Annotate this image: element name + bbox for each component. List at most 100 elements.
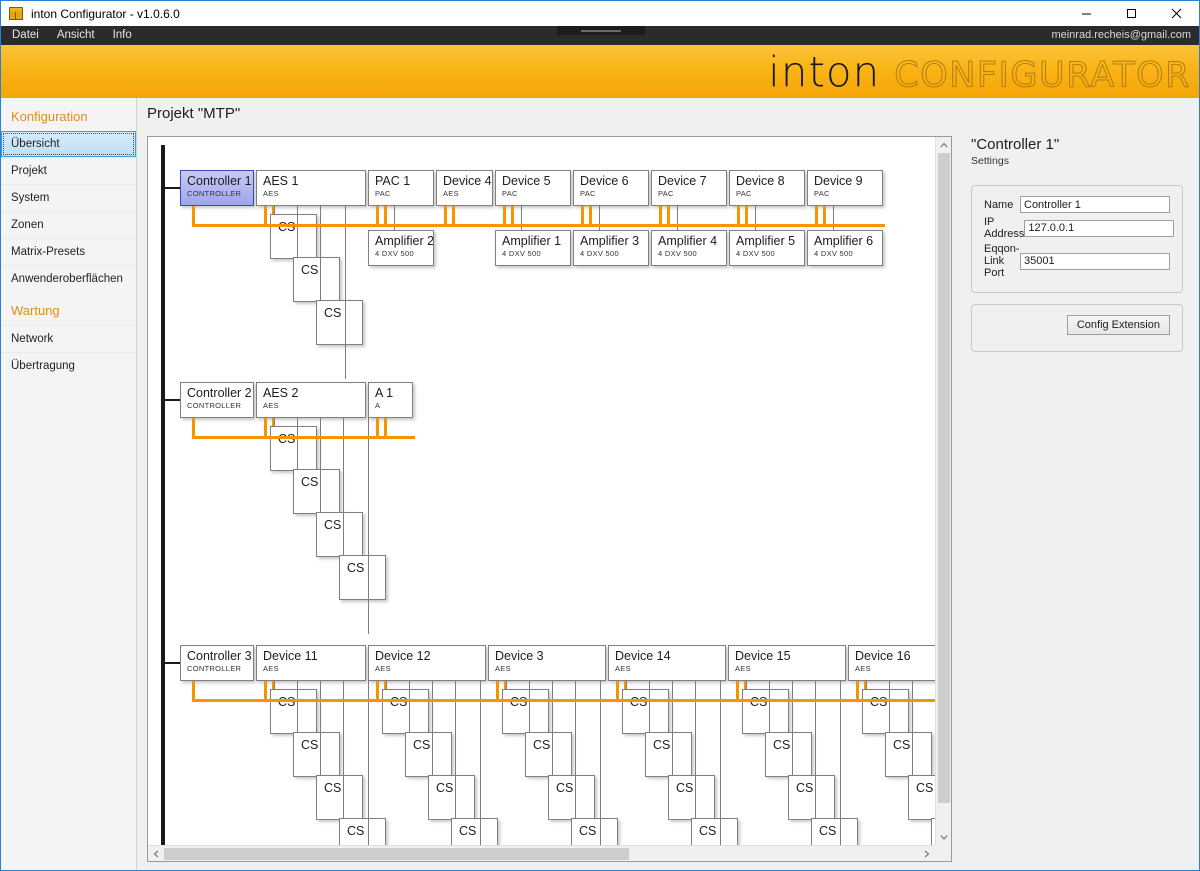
node-cs[interactable]: CS: [885, 732, 932, 777]
node-aes-2[interactable]: AES 2 AES: [256, 382, 366, 418]
node-subtitle: PAC: [736, 189, 752, 198]
node-cs[interactable]: CS: [645, 732, 692, 777]
node-amplifier-1[interactable]: Amplifier 14 DXV 500: [495, 230, 571, 266]
window-drag-handle[interactable]: [557, 26, 645, 35]
node-subtitle: AES: [263, 401, 279, 410]
menu-item-datei[interactable]: Datei: [3, 26, 48, 45]
node-cs[interactable]: CS: [622, 689, 669, 734]
node-controller-3[interactable]: Controller 3 CONTROLLER: [180, 645, 254, 681]
chevron-up-icon[interactable]: [936, 137, 951, 153]
device-trunk: [720, 681, 721, 847]
node-cs[interactable]: CS: [525, 732, 572, 777]
node-cs[interactable]: CS: [571, 818, 618, 847]
name-input[interactable]: [1020, 196, 1170, 213]
node-amplifier-6[interactable]: Amplifier 64 DXV 500: [807, 230, 883, 266]
node-title: CS: [459, 824, 477, 838]
node-cs[interactable]: CS: [382, 689, 429, 734]
node-title: Amplifier 6: [814, 234, 874, 248]
node-device-9[interactable]: Device 9 PAC: [807, 170, 883, 206]
diagram-surface[interactable]: Controller 1 CONTROLLER AES 1 AES CS CS CS PAC …: [148, 137, 951, 847]
node-cs[interactable]: CS: [293, 469, 340, 514]
node-title: A 1: [375, 386, 394, 400]
vertical-scroll-thumb[interactable]: [938, 153, 950, 803]
node-amplifier-3[interactable]: Amplifier 34 DXV 500: [573, 230, 649, 266]
node-cs[interactable]: CS: [742, 689, 789, 734]
node-cs[interactable]: CS: [691, 818, 738, 847]
node-cs[interactable]: CS: [316, 300, 363, 345]
node-amplifier-5[interactable]: Amplifier 54 DXV 500: [729, 230, 805, 266]
node-device-7[interactable]: Device 7 PAC: [651, 170, 727, 206]
node-pac-1[interactable]: PAC 1 PAC: [368, 170, 434, 206]
node-device-11[interactable]: Device 11 AES: [256, 645, 366, 681]
node-subtitle: 4 DXV 500: [658, 249, 697, 258]
cs-connector: [320, 681, 321, 775]
node-cs[interactable]: CS: [451, 818, 498, 847]
node-device-4[interactable]: Device 4 AES: [436, 170, 493, 206]
node-subtitle: PAC: [502, 189, 518, 198]
config-extension-button[interactable]: Config Extension: [1066, 315, 1170, 335]
node-a-1[interactable]: A 1A: [368, 382, 413, 418]
cs-connector: [866, 681, 867, 689]
node-device-6[interactable]: Device 6 PAC: [573, 170, 649, 206]
node-cs[interactable]: CS: [502, 689, 549, 734]
cs-connector: [297, 418, 298, 469]
horizontal-scroll-thumb[interactable]: [164, 848, 629, 860]
node-cs[interactable]: CS: [339, 555, 386, 600]
node-device-5[interactable]: Device 5 PAC: [495, 170, 571, 206]
field-row-ip-address: IP Address: [984, 216, 1175, 240]
node-cs[interactable]: CS: [765, 732, 812, 777]
node-device-14[interactable]: Device 14 AES: [608, 645, 726, 681]
sidebar-item-matrix-presets[interactable]: Matrix-Presets: [1, 238, 136, 265]
node-title: Device 4: [443, 174, 492, 188]
node-device-12[interactable]: Device 12 AES: [368, 645, 486, 681]
node-amplifier-2[interactable]: Amplifier 24 DXV 500: [368, 230, 434, 266]
account-email[interactable]: meinrad.recheis@gmail.com: [1051, 26, 1191, 45]
menu-item-ansicht[interactable]: Ansicht: [48, 26, 104, 45]
node-controller-1[interactable]: Controller 1 CONTROLLER: [180, 170, 254, 206]
link-line: [815, 206, 818, 224]
node-cs[interactable]: CS: [293, 732, 340, 777]
sidebar-item-uebertragung[interactable]: Übertragung: [1, 352, 136, 379]
sidebar-item-zonen[interactable]: Zonen: [1, 211, 136, 238]
node-device-15[interactable]: Device 15 AES: [728, 645, 846, 681]
chevron-left-icon[interactable]: [148, 846, 164, 861]
node-cs[interactable]: CS: [270, 426, 317, 471]
sidebar-item-ubersicht[interactable]: Übersicht: [1, 131, 136, 157]
node-device-3[interactable]: Device 3 AES: [488, 645, 606, 681]
node-aes-1[interactable]: AES 1 AES: [256, 170, 366, 206]
diagram-canvas[interactable]: Controller 1 CONTROLLER AES 1 AES CS CS CS PAC …: [147, 136, 952, 862]
node-cs[interactable]: CS: [270, 689, 317, 734]
node-controller-2[interactable]: Controller 2 CONTROLLER: [180, 382, 254, 418]
node-cs[interactable]: CS: [548, 775, 595, 820]
node-cs[interactable]: CS: [339, 818, 386, 847]
minimize-icon[interactable]: [1064, 1, 1109, 26]
cs-connector: [506, 681, 507, 689]
chevron-down-icon[interactable]: [936, 829, 951, 845]
ip-address-input[interactable]: [1024, 219, 1175, 237]
node-cs[interactable]: CS: [811, 818, 858, 847]
sidebar-item-anwenderoberflaechen[interactable]: Anwenderoberflächen: [1, 265, 136, 292]
maximize-icon[interactable]: [1109, 1, 1154, 26]
node-cs[interactable]: CS: [316, 775, 363, 820]
vertical-scrollbar[interactable]: [935, 137, 951, 845]
node-cs[interactable]: CS: [862, 689, 909, 734]
sidebar-item-system[interactable]: System: [1, 184, 136, 211]
eqqon-link-port-input[interactable]: [1020, 252, 1170, 270]
link-line: [192, 681, 195, 699]
sidebar-item-network[interactable]: Network: [1, 325, 136, 352]
node-device-8[interactable]: Device 8 PAC: [729, 170, 805, 206]
node-amplifier-4[interactable]: Amplifier 44 DXV 500: [651, 230, 727, 266]
node-cs[interactable]: CS: [668, 775, 715, 820]
node-cs[interactable]: CS: [270, 214, 317, 259]
close-icon[interactable]: [1154, 1, 1199, 26]
node-cs[interactable]: CS: [788, 775, 835, 820]
link-line: [192, 699, 951, 702]
node-cs[interactable]: CS: [428, 775, 475, 820]
node-cs[interactable]: CS: [293, 257, 340, 302]
chevron-right-icon[interactable]: [919, 846, 935, 861]
node-cs[interactable]: CS: [316, 512, 363, 557]
sidebar-item-projekt[interactable]: Projekt: [1, 157, 136, 184]
horizontal-scrollbar[interactable]: [148, 845, 935, 861]
menu-item-info[interactable]: Info: [104, 26, 141, 45]
node-cs[interactable]: CS: [405, 732, 452, 777]
